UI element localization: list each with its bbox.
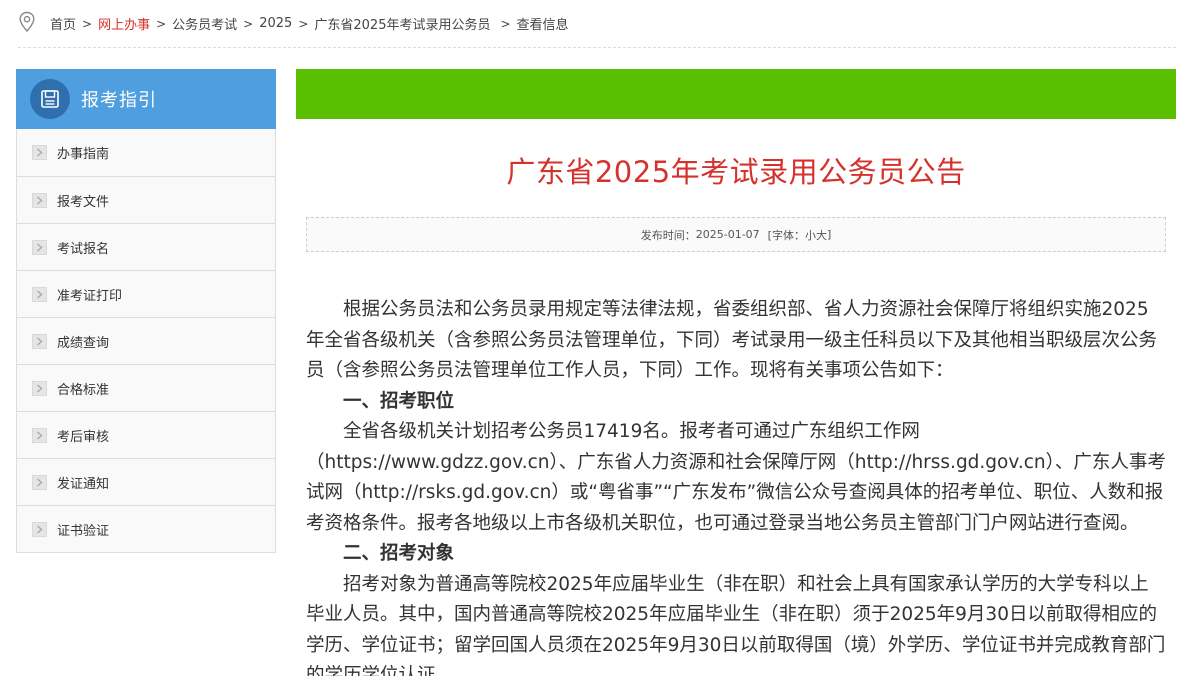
chevron-right-icon: [32, 380, 47, 396]
chevron-right-icon: [32, 145, 47, 160]
sidebar-item-label: 考试报名: [57, 241, 110, 257]
chevron-right-icon: [32, 239, 47, 255]
chevron-right-icon: [32, 333, 47, 349]
content-banner: [296, 69, 1176, 119]
breadcrumb-items: 首页 > 网上办事 > 公务员考试 > 2025 > 广东省2025年考试录用公…: [50, 10, 569, 33]
breadcrumb-recruitment-link[interactable]: 广东省2025年考试录用公务员: [314, 14, 490, 33]
sidebar-item-certificate-verify[interactable]: 证书验证: [17, 505, 275, 552]
section-heading: 二、招考对象: [343, 543, 455, 564]
main-content: 广东省2025年考试录用公务员公告 发布时间： 2025-01-07 [字体： …: [296, 69, 1176, 676]
article-meta: 发布时间： 2025-01-07 [字体： 小 大 ]: [306, 217, 1166, 252]
breadcrumb-separator: >: [82, 16, 93, 31]
sidebar: 报考指引 办事指南 报考文件 考试报名 准考证打印 成绩查询 合格标准 考后审核…: [16, 69, 276, 553]
sidebar-item-label: 证书验证: [57, 523, 110, 539]
chevron-right-icon: [32, 474, 47, 490]
breadcrumb-separator: >: [500, 16, 511, 31]
article-paragraph: 根据公务员法和公务员录用规定等法律法规，省委组织部、省人力资源社会保障厅将组织实…: [306, 299, 1158, 381]
breadcrumb-civil-exam-link[interactable]: 公务员考试: [172, 14, 237, 33]
chevron-right-icon: [32, 521, 47, 537]
font-small-button[interactable]: 小: [805, 227, 816, 243]
sidebar-header: 报考指引: [16, 69, 276, 129]
sidebar-title: 报考指引: [81, 90, 157, 111]
sidebar-item-admission-ticket[interactable]: 准考证打印: [17, 270, 275, 317]
sidebar-item-pass-standard[interactable]: 合格标准: [17, 364, 275, 411]
sidebar-item-label: 办事指南: [57, 147, 110, 162]
sidebar-item-label: 考后审核: [57, 429, 110, 445]
chevron-right-icon: [32, 427, 47, 443]
sidebar-item-registration[interactable]: 考试报名: [17, 223, 275, 270]
sidebar-item-certificate-notice[interactable]: 发证通知: [17, 458, 275, 505]
article-title: 广东省2025年考试录用公务员公告: [506, 155, 966, 189]
sidebar-menu: 办事指南 报考文件 考试报名 准考证打印 成绩查询 合格标准 考后审核 发证通知…: [16, 129, 276, 553]
breadcrumb: 首页 > 网上办事 > 公务员考试 > 2025 > 广东省2025年考试录用公…: [18, 10, 1176, 48]
breadcrumb-separator: >: [156, 16, 167, 31]
publish-label: 发布时间：: [640, 228, 696, 242]
article-body: 根据公务员法和公务员录用规定等法律法规，省委组织部、省人力资源社会保障厅将组织实…: [306, 295, 1166, 676]
chevron-right-icon: [32, 286, 47, 302]
sidebar-item-label: 发证通知: [57, 476, 110, 492]
section-heading: 一、招考职位: [343, 390, 455, 412]
sidebar-item-score-query[interactable]: 成绩查询: [17, 317, 275, 364]
font-large-button[interactable]: 大: [816, 227, 827, 243]
chevron-right-icon: [32, 192, 47, 208]
location-pin-icon: [19, 11, 35, 33]
sidebar-item-label: 准考证打印: [57, 288, 123, 304]
publish-date: 2025-01-07: [695, 228, 760, 241]
sidebar-item-post-exam-review[interactable]: 考后审核: [17, 411, 275, 458]
breadcrumb-current-page: 查看信息: [516, 18, 569, 33]
sidebar-item-label: 成绩查询: [57, 335, 110, 351]
font-size-suffix: ]: [826, 228, 832, 241]
sidebar-item-label: 报考文件: [57, 194, 110, 210]
sidebar-item-documents[interactable]: 报考文件: [17, 176, 275, 223]
document-icon: [30, 79, 70, 119]
breadcrumb-year-link[interactable]: 2025: [259, 16, 292, 31]
sidebar-item-label: 合格标准: [57, 382, 110, 398]
breadcrumb-online-services-link[interactable]: 网上办事: [98, 14, 150, 33]
font-size-prefix: [字体：: [767, 228, 805, 242]
breadcrumb-separator: >: [298, 16, 309, 31]
article-paragraph: 招考对象为普通高等院校2025年应届毕业生（非在职）和社会上具有国家承认学历的大…: [306, 573, 1166, 676]
breadcrumb-home-link[interactable]: 首页: [50, 14, 76, 33]
sidebar-item-guide[interactable]: 办事指南: [17, 129, 275, 176]
breadcrumb-separator: >: [243, 16, 254, 31]
article-paragraph: 全省各级机关计划招考公务员17419名。报考者可通过广东组织工作网（https:…: [306, 421, 1166, 534]
